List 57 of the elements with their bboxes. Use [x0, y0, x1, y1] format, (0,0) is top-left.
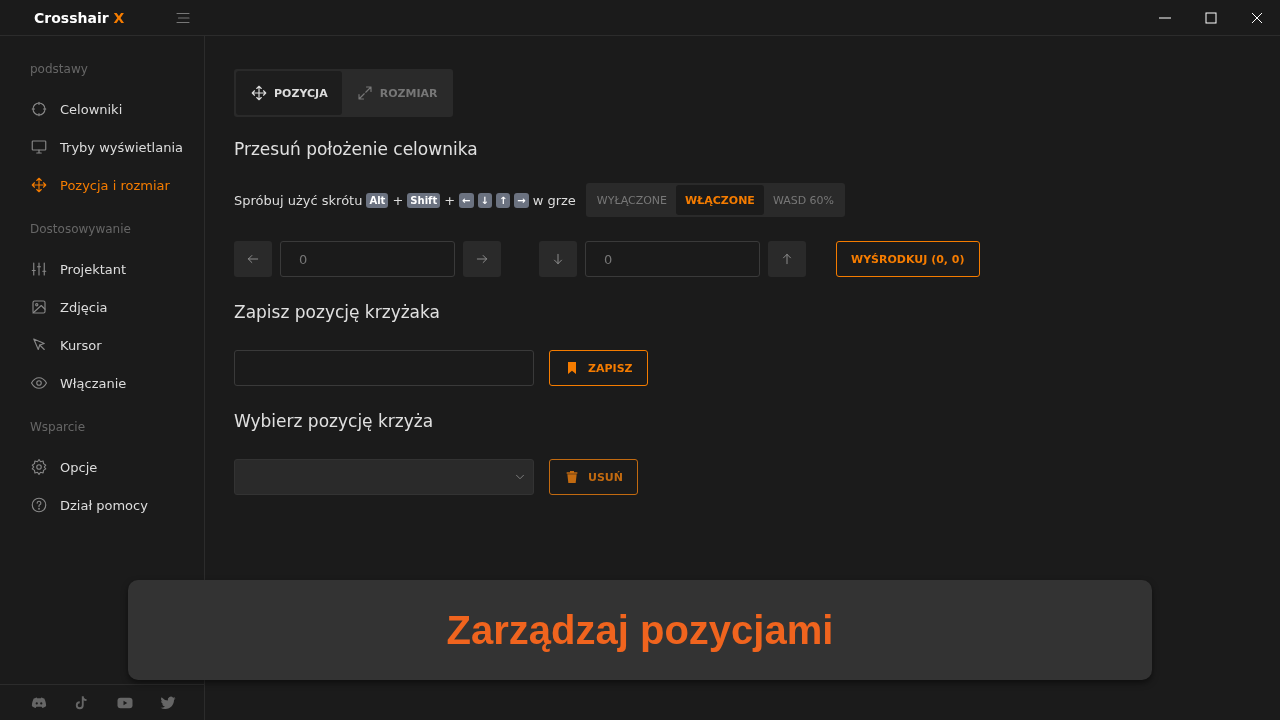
section-title: Przesuń położenie celownika	[234, 139, 479, 161]
sidebar-item[interactable]: Projektant	[30, 250, 127, 288]
section-title: Wybierz pozycję krzyża	[234, 411, 435, 433]
section-heading: podstawy	[30, 62, 89, 78]
expand-icon	[355, 84, 374, 102]
move-icon	[30, 176, 48, 194]
hint-text: Spróbuj użyć skrótu	[234, 192, 363, 208]
crosshair-icon	[30, 100, 48, 118]
app-title: Crosshair X	[34, 9, 125, 26]
tab[interactable]: POZYCJA	[236, 71, 342, 115]
key-cap: ↓	[477, 192, 492, 208]
name-field[interactable]	[234, 350, 534, 386]
settings-icon	[30, 458, 48, 476]
sidebar-item[interactable]: Opcje	[30, 448, 98, 486]
move-icon	[250, 84, 268, 102]
sliders-icon	[30, 260, 48, 278]
sidebar-item[interactable]: Włączanie	[30, 364, 127, 402]
position-dropdown[interactable]	[234, 459, 534, 495]
section-heading: Dostosowywanie	[30, 222, 132, 238]
sidebar-item[interactable]: Zdjęcia	[30, 288, 108, 326]
arrow-icon	[780, 252, 794, 266]
save-button[interactable]: ZAPISZ	[549, 350, 648, 386]
hint-text: +	[444, 192, 456, 208]
key-cap: →	[514, 192, 529, 208]
arrow-icon	[475, 252, 489, 266]
section-heading: Wsparcie	[30, 420, 87, 436]
x-position-field[interactable]: 0	[280, 241, 455, 277]
key-cap: ↑	[495, 192, 511, 208]
eye-icon	[30, 374, 48, 392]
y-position-field[interactable]: 0	[585, 241, 760, 277]
mode-option[interactable]: WŁĄCZONE	[676, 185, 764, 215]
key-cap: ←	[459, 192, 474, 208]
right-arrow-button[interactable]	[463, 241, 501, 277]
center-button[interactable]: WYŚRODKUJ (0, 0)	[836, 241, 980, 277]
section-title: Zapisz pozycję krzyżaka	[234, 302, 441, 324]
arrow-icon	[551, 252, 565, 266]
arrow-icon	[246, 252, 260, 266]
sidebar-item[interactable]: Kursor	[30, 326, 102, 364]
monitor-icon	[30, 138, 48, 156]
caption-banner: Zarządzaj pozycjami	[128, 580, 1152, 680]
hint-text: +	[392, 192, 404, 208]
mode-option[interactable]: WASD 60%	[763, 185, 844, 215]
help-icon	[30, 496, 48, 514]
up-arrow-button[interactable]	[768, 241, 806, 277]
sidebar-item[interactable]: Celowniki	[30, 90, 123, 128]
trash-icon	[564, 469, 580, 485]
key-cap: Alt	[366, 192, 389, 208]
mode-option[interactable]: WYŁĄCZONE	[587, 185, 677, 215]
delete-button[interactable]: USUŃ	[549, 459, 638, 495]
hint-text: w grze	[532, 192, 576, 208]
sidebar-item[interactable]: Dział pomocy	[30, 486, 148, 524]
left-arrow-button[interactable]	[234, 241, 272, 277]
image-icon	[30, 298, 48, 316]
sidebar-item[interactable]: Tryby wyświetlania	[30, 128, 183, 166]
key-cap: Shift	[407, 192, 441, 208]
down-arrow-button[interactable]	[539, 241, 577, 277]
sidebar-item[interactable]: Pozycja i rozmiar	[30, 166, 170, 204]
